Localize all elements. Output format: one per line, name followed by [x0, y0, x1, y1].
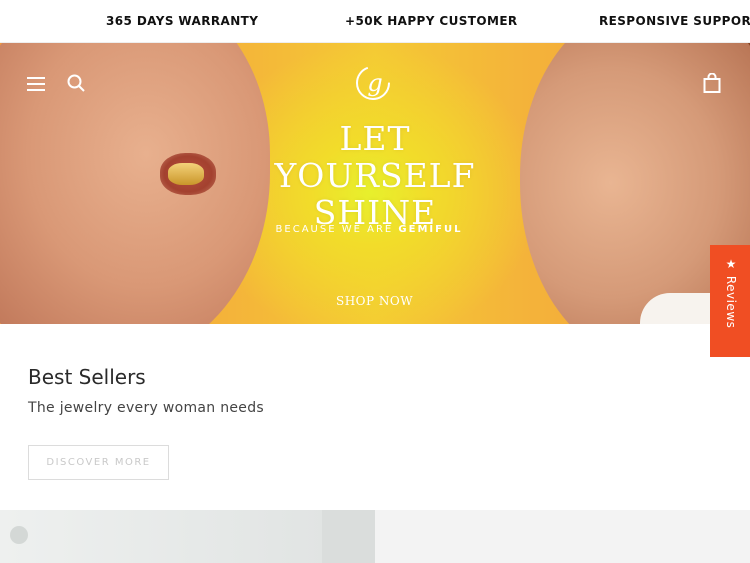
best-sellers-subtitle: The jewelry every woman needs	[28, 400, 264, 416]
product-image-detail	[322, 510, 375, 563]
logo-letter: g	[367, 69, 382, 97]
discover-more-button[interactable]: DISCOVER MORE	[28, 445, 169, 480]
search-icon[interactable]	[67, 74, 85, 92]
announcement-customers: +50K HAPPY CUSTOMER	[345, 14, 518, 28]
hero-title-line: LET	[339, 119, 411, 158]
brand-logo-icon[interactable]: g	[355, 61, 395, 105]
announcement-warranty: 365 DAYS WARRANTY	[106, 14, 259, 28]
hero-subtitle-prefix: BECAUSE WE ARE	[275, 224, 394, 235]
hero-banner[interactable]: g LET YOURSELF SHINE BECAUSE WE ARE GEMI…	[0, 43, 750, 324]
hero-subtitle-brand: GEMIFUL	[398, 224, 463, 235]
announcement-bar: 365 DAYS WARRANTY +50K HAPPY CUSTOMER RE…	[0, 0, 750, 43]
shop-now-link[interactable]: SHOP NOW	[336, 294, 413, 308]
hero-subtitle: BECAUSE WE ARE GEMIFUL	[0, 224, 738, 235]
announcement-support: RESPONSIVE SUPPORT	[599, 14, 750, 28]
shopping-bag-icon[interactable]	[703, 73, 721, 93]
reviews-tab[interactable]: ★ Reviews	[710, 245, 750, 357]
product-tile[interactable]	[0, 510, 375, 563]
reviews-tab-label: ★ Reviews	[724, 257, 738, 329]
product-tile[interactable]	[375, 510, 750, 563]
hero-title: LET YOURSELF SHINE	[0, 120, 750, 231]
menu-icon[interactable]	[27, 77, 45, 91]
hero-title-line: YOURSELF	[274, 156, 476, 195]
product-image-detail	[10, 526, 28, 544]
best-sellers-title: Best Sellers	[28, 365, 146, 389]
